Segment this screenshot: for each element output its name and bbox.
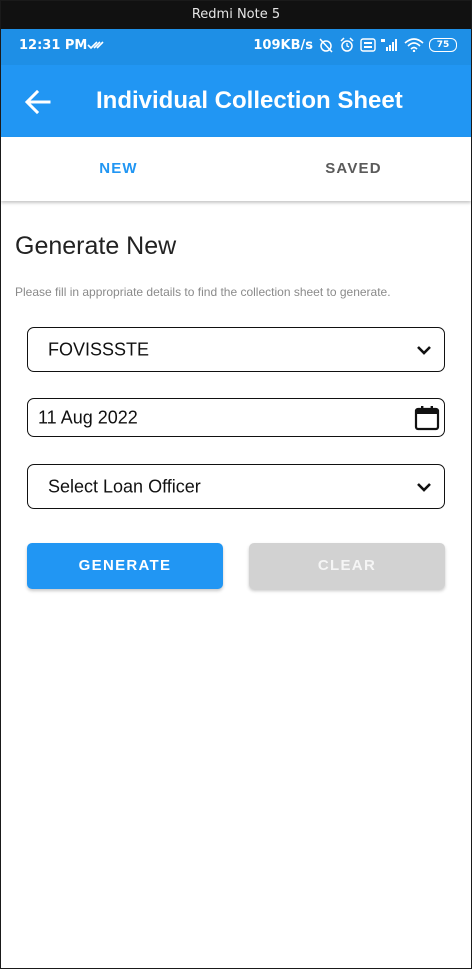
chevron-down-icon <box>417 345 431 355</box>
loan-officer-dropdown[interactable]: Select Loan Officer <box>27 464 445 509</box>
device-name: Redmi Note 5 <box>191 7 281 22</box>
wifi-icon <box>404 38 424 52</box>
alarm-icon <box>340 37 354 52</box>
volte-icon <box>360 38 376 52</box>
tab-bar: NEW SAVED <box>1 137 471 201</box>
date-value: 11 Aug 2022 <box>38 407 138 427</box>
double-check-icon <box>87 41 104 50</box>
page-title: Individual Collection Sheet <box>96 87 403 114</box>
arrow-back-icon[interactable] <box>23 87 53 117</box>
loan-officer-placeholder: Select Loan Officer <box>48 476 201 496</box>
battery-icon: 75 <box>429 38 457 52</box>
form-heading: Generate New <box>15 232 177 260</box>
alarm-off-icon <box>319 38 333 53</box>
calendar-icon[interactable] <box>413 404 441 432</box>
network-speed: 109KB/s <box>253 37 313 53</box>
branch-dropdown[interactable]: FOVISSSTE <box>27 327 445 372</box>
generate-button[interactable]: GENERATE <box>27 543 223 589</box>
chevron-down-icon <box>417 482 431 492</box>
phone-frame: Redmi Note 5 12:31 PM 109KB/s 75 Individ… <box>0 0 472 969</box>
clear-button[interactable]: CLEAR <box>249 543 445 589</box>
status-bar: 12:31 PM 109KB/s 75 <box>1 29 471 65</box>
date-field[interactable]: 11 Aug 2022 <box>27 398 445 437</box>
tab-new[interactable]: NEW <box>1 137 236 201</box>
app-bar: Individual Collection Sheet <box>1 65 471 137</box>
tab-saved[interactable]: SAVED <box>236 137 471 201</box>
status-icons: 109KB/s 75 <box>253 37 457 53</box>
status-time: 12:31 PM <box>19 38 88 53</box>
form-instructions: Please fill in appropriate details to fi… <box>15 285 391 299</box>
device-name-bar: Redmi Note 5 <box>1 1 471 29</box>
branch-value: FOVISSSTE <box>48 339 150 359</box>
signal-icon <box>381 39 397 51</box>
